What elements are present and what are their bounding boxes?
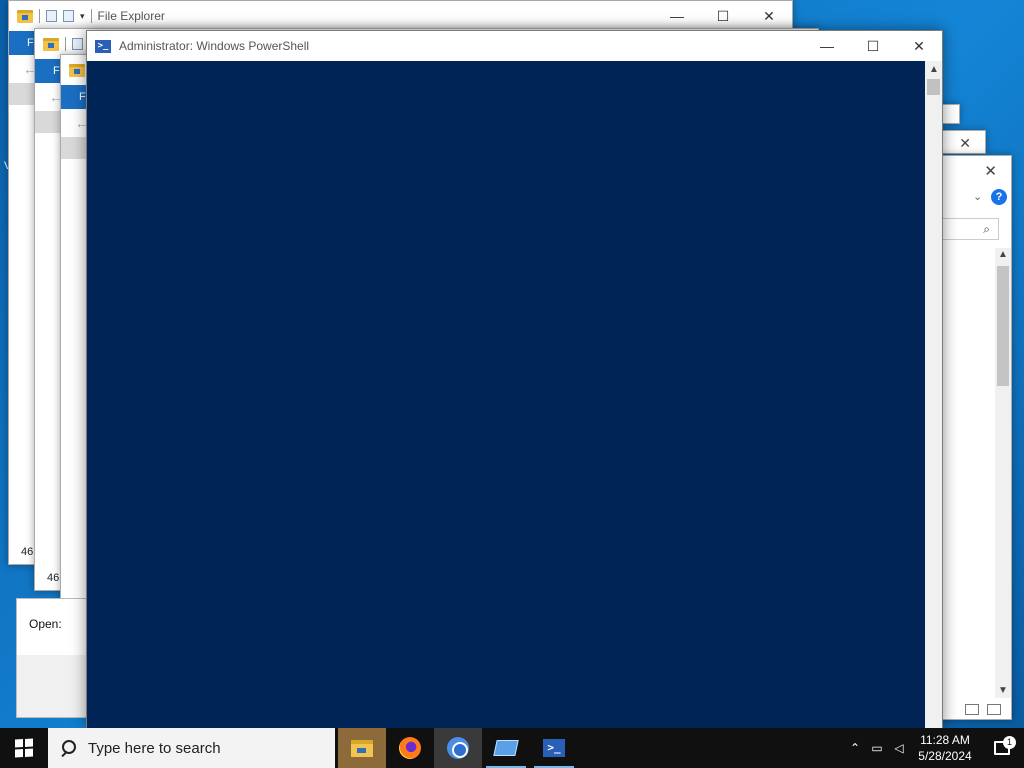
folder-icon xyxy=(351,739,373,757)
scroll-up-icon[interactable]: ▲ xyxy=(998,249,1008,260)
run-dialog[interactable]: Open: xyxy=(16,598,96,718)
properties-icon[interactable] xyxy=(72,38,83,50)
scroll-down-icon[interactable]: ▼ xyxy=(998,685,1008,696)
item-count: 46 xyxy=(21,546,34,558)
dialog-footer xyxy=(17,655,95,717)
taskbar: Type here to search >_ ⌃ ▭ ◁ 11:28 AM 5/… xyxy=(0,728,1024,768)
taskbar-powershell[interactable]: >_ xyxy=(530,728,578,768)
chevron-up-icon[interactable]: ⌃ xyxy=(844,741,866,755)
close-button[interactable]: ✕ xyxy=(746,8,792,25)
clock-date: 5/28/2024 xyxy=(918,749,972,763)
properties-icon[interactable] xyxy=(46,10,57,22)
folder-icon xyxy=(17,9,33,23)
desktop: V ▾ File Explorer — ☐ ✕ F ← 46 F xyxy=(0,0,1024,728)
close-icon[interactable]: ✕ xyxy=(959,135,971,152)
window-title: File Explorer xyxy=(97,9,165,23)
clock[interactable]: 11:28 AM 5/28/2024 xyxy=(910,732,980,764)
window-controls: — ☐ ✕ xyxy=(804,31,942,61)
taskbar-server-manager[interactable] xyxy=(482,728,530,768)
clock-time: 11:28 AM xyxy=(920,733,970,747)
notification-count: 1 xyxy=(1003,736,1016,749)
search-icon: ⌕ xyxy=(983,222,990,236)
taskbar-file-explorer[interactable] xyxy=(338,728,386,768)
search-icon xyxy=(60,740,76,756)
taskbar-chrome[interactable] xyxy=(434,728,482,768)
console-area[interactable] xyxy=(87,61,926,728)
powershell-window[interactable]: >_ Administrator: Windows PowerShell — ☐… xyxy=(86,30,943,728)
chevron-down-icon[interactable]: ⌄ xyxy=(973,190,982,203)
taskbar-firefox[interactable] xyxy=(386,728,434,768)
folder-icon xyxy=(43,37,59,51)
scroll-up-icon[interactable]: ▲ xyxy=(929,64,939,75)
scrollbar-thumb[interactable] xyxy=(997,266,1009,386)
chrome-icon xyxy=(447,737,469,759)
file-explorer-window-right[interactable]: ✕ ⌄ ? ⌕ ▲ ▼ xyxy=(932,155,1012,720)
window-title: Administrator: Windows PowerShell xyxy=(119,39,310,53)
view-toggles xyxy=(965,704,1001,715)
item-count: 46 xyxy=(47,572,60,584)
window-controls: — ☐ ✕ xyxy=(654,1,792,31)
scrollbar-thumb[interactable] xyxy=(927,79,940,95)
volume-muted-icon[interactable]: ◁ xyxy=(888,741,910,755)
chevron-down-icon[interactable]: ▾ xyxy=(80,11,85,22)
close-button[interactable]: ✕ xyxy=(896,38,942,55)
search-placeholder: Type here to search xyxy=(88,739,221,757)
taskbar-search[interactable]: Type here to search xyxy=(48,728,335,768)
powershell-icon: >_ xyxy=(543,739,565,757)
action-center-button[interactable]: 1 xyxy=(980,736,1024,755)
system-tray: ⌃ ▭ ◁ 11:28 AM 5/28/2024 1 xyxy=(844,728,1024,768)
powershell-icon: >_ xyxy=(95,39,111,53)
server-manager-icon xyxy=(493,740,519,756)
folder-icon xyxy=(69,63,85,77)
windows-logo-icon xyxy=(15,738,33,758)
vertical-scrollbar[interactable]: ▲ ▼ xyxy=(995,248,1011,698)
divider xyxy=(65,37,66,51)
details-view-icon[interactable] xyxy=(965,704,979,715)
new-folder-icon[interactable] xyxy=(63,10,74,22)
divider xyxy=(90,9,92,23)
large-icons-view-icon[interactable] xyxy=(987,704,1001,715)
maximize-button[interactable]: ☐ xyxy=(700,8,746,25)
close-button[interactable]: ✕ xyxy=(984,162,997,180)
open-label: Open: xyxy=(29,617,62,631)
firefox-icon xyxy=(399,737,421,759)
maximize-button[interactable]: ☐ xyxy=(850,38,896,55)
minimize-button[interactable]: — xyxy=(804,38,850,54)
divider xyxy=(39,9,40,23)
vertical-scrollbar[interactable]: ▲ xyxy=(925,61,942,728)
start-button[interactable] xyxy=(0,728,48,768)
network-icon[interactable]: ▭ xyxy=(866,741,888,755)
help-button[interactable]: ? xyxy=(991,189,1007,205)
search-input[interactable]: ⌕ xyxy=(941,218,999,240)
minimize-button[interactable]: — xyxy=(654,8,700,24)
